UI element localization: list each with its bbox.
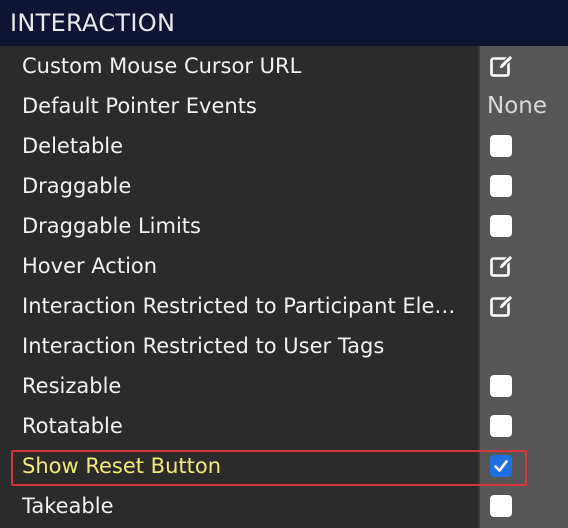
- property-label: Takeable: [22, 494, 114, 518]
- property-row-interaction-restricted-user-tags[interactable]: Interaction Restricted to User Tags: [0, 326, 568, 366]
- property-label: Interaction Restricted to Participant El…: [22, 294, 456, 318]
- property-label: Deletable: [22, 134, 124, 158]
- property-label: Hover Action: [22, 254, 158, 278]
- property-row-draggable-limits[interactable]: Draggable Limits: [0, 206, 568, 246]
- property-label: Draggable Limits: [22, 214, 201, 238]
- interaction-panel: INTERACTION Custom Mouse Cursor URL Defa…: [0, 0, 568, 528]
- edit-icon[interactable]: [489, 53, 515, 79]
- checkmark-icon: [494, 460, 508, 472]
- property-row-rotatable[interactable]: Rotatable: [0, 406, 568, 446]
- property-value-cell: [480, 486, 568, 526]
- rotatable-checkbox[interactable]: [490, 415, 512, 437]
- section-header[interactable]: INTERACTION: [0, 0, 568, 46]
- property-label: Rotatable: [22, 414, 123, 438]
- property-row-default-pointer-events[interactable]: Default Pointer Events None: [0, 86, 568, 126]
- property-label: Resizable: [22, 374, 122, 398]
- edit-icon[interactable]: [489, 253, 515, 279]
- property-value-cell[interactable]: [480, 286, 568, 326]
- property-row-takeable[interactable]: Takeable: [0, 486, 568, 526]
- edit-icon[interactable]: [489, 293, 515, 319]
- property-value-cell: [480, 366, 568, 406]
- deletable-checkbox[interactable]: [490, 135, 512, 157]
- draggable-checkbox[interactable]: [490, 175, 512, 197]
- property-row-interaction-restricted-participants[interactable]: Interaction Restricted to Participant El…: [0, 286, 568, 326]
- takeable-checkbox[interactable]: [490, 495, 512, 517]
- property-label: Show Reset Button: [22, 454, 222, 478]
- property-row-show-reset-button[interactable]: Show Reset Button: [0, 446, 568, 486]
- property-value-cell[interactable]: [480, 246, 568, 286]
- pointer-events-value[interactable]: None: [487, 86, 547, 126]
- property-row-resizable[interactable]: Resizable: [0, 366, 568, 406]
- property-value-cell: [480, 166, 568, 206]
- property-list: Custom Mouse Cursor URL Default Pointer …: [0, 46, 568, 528]
- property-row-deletable[interactable]: Deletable: [0, 126, 568, 166]
- property-label: Default Pointer Events: [22, 94, 257, 118]
- property-label: Interaction Restricted to User Tags: [22, 334, 385, 358]
- property-value-cell: [480, 406, 568, 446]
- property-value-cell[interactable]: [480, 46, 568, 86]
- property-value-cell: [480, 126, 568, 166]
- resizable-checkbox[interactable]: [490, 375, 512, 397]
- property-value-cell: [480, 446, 568, 486]
- property-row-custom-mouse-cursor-url[interactable]: Custom Mouse Cursor URL: [0, 46, 568, 86]
- property-value-cell[interactable]: [480, 326, 568, 366]
- show-reset-button-checkbox[interactable]: [490, 455, 512, 477]
- property-row-hover-action[interactable]: Hover Action: [0, 246, 568, 286]
- property-value-cell: [480, 206, 568, 246]
- property-label: Draggable: [22, 174, 132, 198]
- property-label: Custom Mouse Cursor URL: [22, 54, 302, 78]
- property-row-draggable[interactable]: Draggable: [0, 166, 568, 206]
- draggable-limits-checkbox[interactable]: [490, 215, 512, 237]
- property-value-cell[interactable]: None: [480, 86, 568, 126]
